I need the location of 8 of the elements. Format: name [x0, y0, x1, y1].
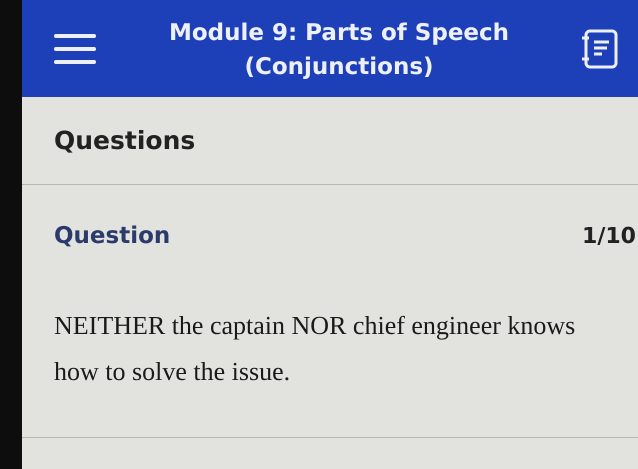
notebook-icon [580, 28, 620, 70]
question-text: NEITHER the captain NOR chief engineer knows how to solve the issue. [53, 310, 576, 388]
notes-button[interactable] [580, 28, 620, 70]
section-title: Questions [54, 126, 196, 155]
menu-icon [54, 32, 96, 66]
module-title: Module 9: Parts of Speech (Conjunctions) [168, 18, 510, 82]
question-label: Question [54, 223, 170, 249]
question-counter: 1/10 [582, 224, 636, 248]
